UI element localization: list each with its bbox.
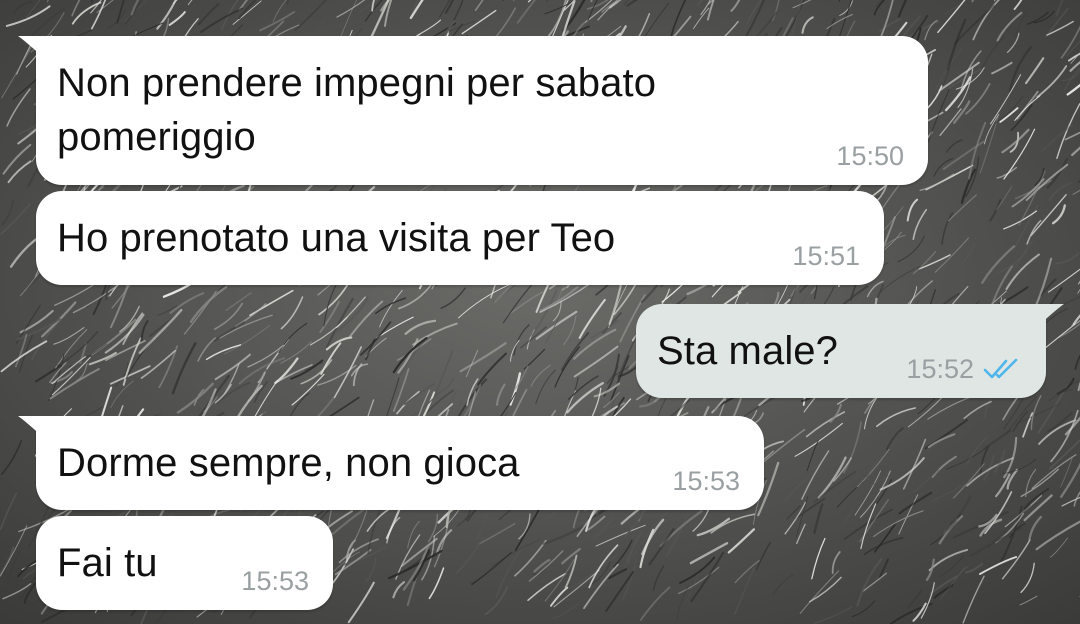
message-meta: 15:52 [906, 354, 1022, 384]
message-time: 15:51 [792, 241, 860, 271]
message-bubble-incoming[interactable]: Dorme sempre, non gioca 15:53 [18, 416, 764, 510]
message-text: Ho prenotato una visita per Teo [57, 216, 616, 260]
message-time: 15:50 [836, 141, 904, 171]
message-bubble-incoming[interactable]: Non prendere impegni per sabato pomerigg… [18, 36, 928, 185]
message-bubble-outgoing[interactable]: Sta male? 15:52 [636, 304, 1064, 398]
message-text: Sta male? [657, 329, 838, 373]
message-bubble-incoming[interactable]: Ho prenotato una visita per Teo 15:51 [36, 191, 884, 285]
message-meta: 15:53 [241, 566, 309, 596]
bubble-tail [1038, 304, 1064, 326]
message-meta: 15:51 [792, 241, 860, 271]
message-text: Fai tu [57, 541, 158, 585]
message-meta: 15:50 [836, 141, 904, 171]
bubble-tail [18, 416, 44, 438]
bubble-tail [18, 36, 44, 58]
message-text: Dorme sempre, non gioca [57, 441, 520, 485]
message-time: 15:53 [672, 466, 740, 496]
message-bubble-incoming[interactable]: Fai tu 15:53 [36, 516, 333, 610]
message-meta: 15:53 [672, 466, 740, 496]
double-check-icon [983, 358, 1018, 379]
message-text: Non prendere impegni per sabato pomerigg… [57, 61, 657, 159]
message-time: 15:53 [241, 566, 309, 596]
message-time: 15:52 [906, 354, 974, 384]
